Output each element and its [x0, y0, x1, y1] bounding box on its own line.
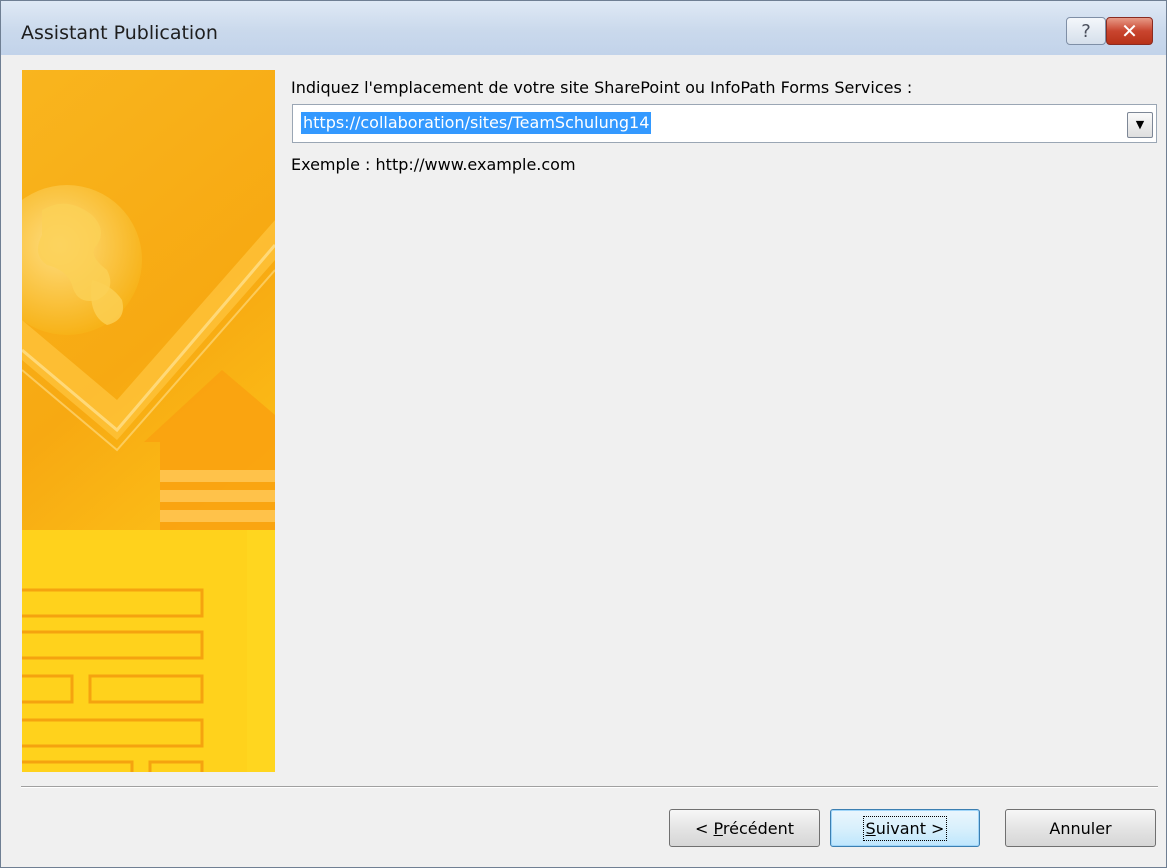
dropdown-button[interactable]: ▼: [1127, 112, 1153, 138]
separator: [21, 786, 1158, 788]
previous-rest: récédent: [722, 818, 794, 838]
previous-mnemonic: P: [713, 818, 723, 838]
next-button-label: Suivant >: [862, 815, 948, 841]
publishing-wizard-dialog: Assistant Publication ? ✕ Indiquez l'emp…: [0, 0, 1167, 868]
cancel-button-label: Annuler: [1049, 818, 1112, 838]
close-button[interactable]: ✕: [1106, 17, 1153, 45]
previous-button[interactable]: < Précédent: [669, 809, 820, 847]
next-button[interactable]: Suivant >: [830, 809, 980, 847]
next-rest: uivant >: [875, 818, 945, 838]
site-location-combobox[interactable]: https://collaboration/sites/TeamSchulung…: [292, 104, 1157, 143]
next-mnemonic: S: [865, 818, 876, 838]
dropdown-arrow-icon: ▼: [1135, 118, 1145, 131]
previous-button-label: < Précédent: [695, 819, 794, 838]
help-button[interactable]: ?: [1066, 17, 1106, 45]
title-bar[interactable]: Assistant Publication ? ✕: [1, 1, 1166, 55]
window-title: Assistant Publication: [21, 22, 218, 44]
wizard-banner-image: [22, 70, 275, 772]
previous-prefix: <: [695, 818, 714, 838]
site-location-input[interactable]: https://collaboration/sites/TeamSchulung…: [301, 112, 652, 134]
cancel-button[interactable]: Annuler: [1005, 809, 1156, 847]
location-prompt: Indiquez l'emplacement de votre site Sha…: [291, 78, 913, 97]
close-icon: ✕: [1121, 19, 1138, 43]
example-text: Exemple : http://www.example.com: [291, 155, 576, 174]
help-icon: ?: [1081, 20, 1091, 42]
